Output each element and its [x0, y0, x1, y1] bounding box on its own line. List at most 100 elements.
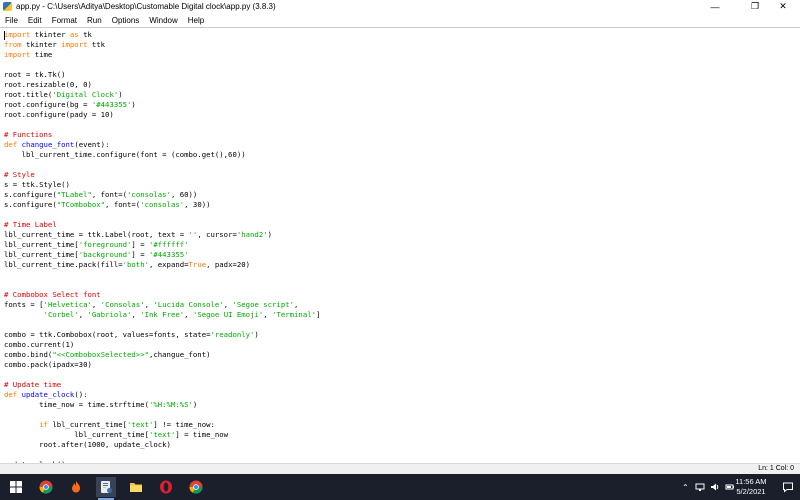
network-icon[interactable]: [695, 482, 705, 492]
code-token: combo.bind(: [4, 350, 53, 359]
code-line[interactable]: combo = ttk.Combobox(root, values=fonts,…: [4, 330, 320, 340]
menu-options[interactable]: Options: [107, 16, 145, 25]
code-line[interactable]: # Functions: [4, 130, 320, 140]
notification-icon[interactable]: [782, 481, 794, 493]
text-cursor: [4, 31, 5, 40]
code-line[interactable]: root.configure(pady = 10): [4, 110, 320, 120]
code-token: ): [118, 90, 123, 99]
code-token: combo = ttk.Combobox(root, values=fonts,…: [4, 330, 211, 339]
code-text[interactable]: import tkinter as tk from tkinter import …: [4, 30, 320, 464]
code-line[interactable]: [4, 410, 320, 420]
code-line[interactable]: # Combobox Select font: [4, 290, 320, 300]
code-token: # Style: [4, 170, 35, 179]
windows-start-icon[interactable]: [6, 477, 26, 497]
code-line[interactable]: root.resizable(0, 0): [4, 80, 320, 90]
chrome-icon[interactable]: [186, 477, 206, 497]
idle-python-icon[interactable]: [96, 477, 116, 500]
code-line[interactable]: import time: [4, 50, 320, 60]
code-line[interactable]: [4, 370, 320, 380]
code-token: root = tk.Tk(): [4, 70, 66, 79]
code-line[interactable]: s = ttk.Style(): [4, 180, 320, 190]
code-line[interactable]: combo.pack(ipadx=30): [4, 360, 320, 370]
minimize-button[interactable]: —: [698, 0, 732, 13]
code-token: ,: [184, 310, 193, 319]
code-line[interactable]: from tkinter import ttk: [4, 40, 320, 50]
code-token: ():: [74, 390, 88, 399]
code-line[interactable]: lbl_current_time['foreground'] = '#fffff…: [4, 240, 320, 250]
code-line[interactable]: # Style: [4, 170, 320, 180]
code-line[interactable]: s.configure("TLabel", font=('consolas', …: [4, 190, 320, 200]
code-token: ] != time_now:: [153, 420, 215, 429]
code-line[interactable]: fonts = ['Helvetica', 'Consolas', 'Lucid…: [4, 300, 320, 310]
menu-bar: File Edit Format Run Options Window Help: [0, 13, 800, 27]
code-line[interactable]: [4, 60, 320, 70]
menu-window[interactable]: Window: [144, 16, 182, 25]
code-token: import: [61, 40, 88, 49]
code-line[interactable]: [4, 210, 320, 220]
code-token: "<<ComboboxSelected>>": [52, 350, 149, 359]
code-token: '#443355': [148, 250, 189, 259]
menu-run[interactable]: Run: [82, 16, 107, 25]
code-editor[interactable]: import tkinter as tk from tkinter import …: [0, 27, 800, 464]
code-token: fonts = [: [4, 300, 44, 309]
code-token: ,: [91, 300, 101, 309]
file-explorer-icon[interactable]: [126, 477, 146, 497]
opera-icon[interactable]: [156, 477, 176, 497]
code-line[interactable]: [4, 450, 320, 460]
clock-time: 11:56 AM: [735, 477, 767, 486]
code-token: lbl_current_time[: [4, 240, 79, 249]
code-line[interactable]: s.configure("TCombobox", font=('consolas…: [4, 200, 320, 210]
code-token: 'foreground': [78, 240, 132, 249]
code-line[interactable]: # Update time: [4, 380, 320, 390]
code-token: lbl_current_time[: [47, 420, 128, 429]
code-line[interactable]: 'Corbel', 'Gabriola', 'Ink Free', 'Segoe…: [4, 310, 321, 320]
code-line[interactable]: [4, 320, 320, 330]
code-token: 'text': [148, 430, 176, 439]
code-line[interactable]: lbl_current_time = ttk.Label(root, text …: [4, 230, 320, 240]
code-token: '': [188, 230, 198, 239]
code-token: # Combobox Select font: [4, 290, 101, 299]
chrome-icon[interactable]: [36, 477, 56, 497]
code-token: combo.pack(ipadx=30): [4, 360, 92, 369]
menu-help[interactable]: Help: [183, 16, 209, 25]
code-line[interactable]: root.after(1000, update_clock): [4, 440, 320, 450]
code-line[interactable]: lbl_current_time.configure(font = (combo…: [4, 150, 320, 160]
taskbar-clock[interactable]: 11:56 AM 5/2/2021: [728, 477, 774, 497]
code-token: 'Lucida Console': [153, 300, 224, 309]
close-button[interactable]: ✕: [766, 0, 800, 13]
chevron-up-icon[interactable]: ⌃: [682, 483, 689, 492]
code-line[interactable]: combo.bind("<<ComboboxSelected>>",changu…: [4, 350, 320, 360]
code-line[interactable]: def changue_font(event):: [4, 140, 320, 150]
code-line[interactable]: root.title('Digital Clock'): [4, 90, 320, 100]
code-token: # Functions: [4, 130, 53, 139]
code-line[interactable]: # Time Label: [4, 220, 320, 230]
code-line[interactable]: import tkinter as tk: [4, 30, 320, 40]
code-token: lbl_current_time[: [4, 430, 149, 439]
code-line[interactable]: lbl_current_time['background'] = '#44335…: [4, 250, 320, 260]
code-token: 'Terminal': [272, 310, 316, 319]
code-line[interactable]: lbl_current_time.pack(fill='both', expan…: [4, 260, 320, 270]
code-line[interactable]: if lbl_current_time['text'] != time_now:: [4, 420, 320, 430]
code-token: ttk: [87, 40, 106, 49]
code-token: ,changue_font): [148, 350, 211, 359]
volume-icon[interactable]: [710, 482, 720, 492]
code-line[interactable]: [4, 280, 320, 290]
code-line[interactable]: lbl_current_time['text'] = time_now: [4, 430, 320, 440]
code-line[interactable]: root = tk.Tk(): [4, 70, 320, 80]
menu-edit[interactable]: Edit: [23, 16, 47, 25]
code-line[interactable]: [4, 160, 320, 170]
code-line[interactable]: [4, 120, 320, 130]
code-line[interactable]: def update_clock():: [4, 390, 320, 400]
fire-app-icon[interactable]: [66, 477, 86, 497]
menu-format[interactable]: Format: [47, 16, 82, 25]
code-line[interactable]: root.configure(bg = '#443355'): [4, 100, 320, 110]
code-token: lbl_current_time = ttk.Label(root, text …: [4, 230, 189, 239]
code-line[interactable]: [4, 270, 320, 280]
code-line[interactable]: combo.current(1): [4, 340, 320, 350]
code-token: root.resizable(0, 0): [4, 80, 92, 89]
code-token: 'Segoe UI Emoji': [192, 310, 264, 319]
code-line[interactable]: time_now = time.strftime('%H:%M:%S'): [4, 400, 320, 410]
menu-file[interactable]: File: [0, 16, 23, 25]
code-token: changue_font: [21, 140, 75, 149]
